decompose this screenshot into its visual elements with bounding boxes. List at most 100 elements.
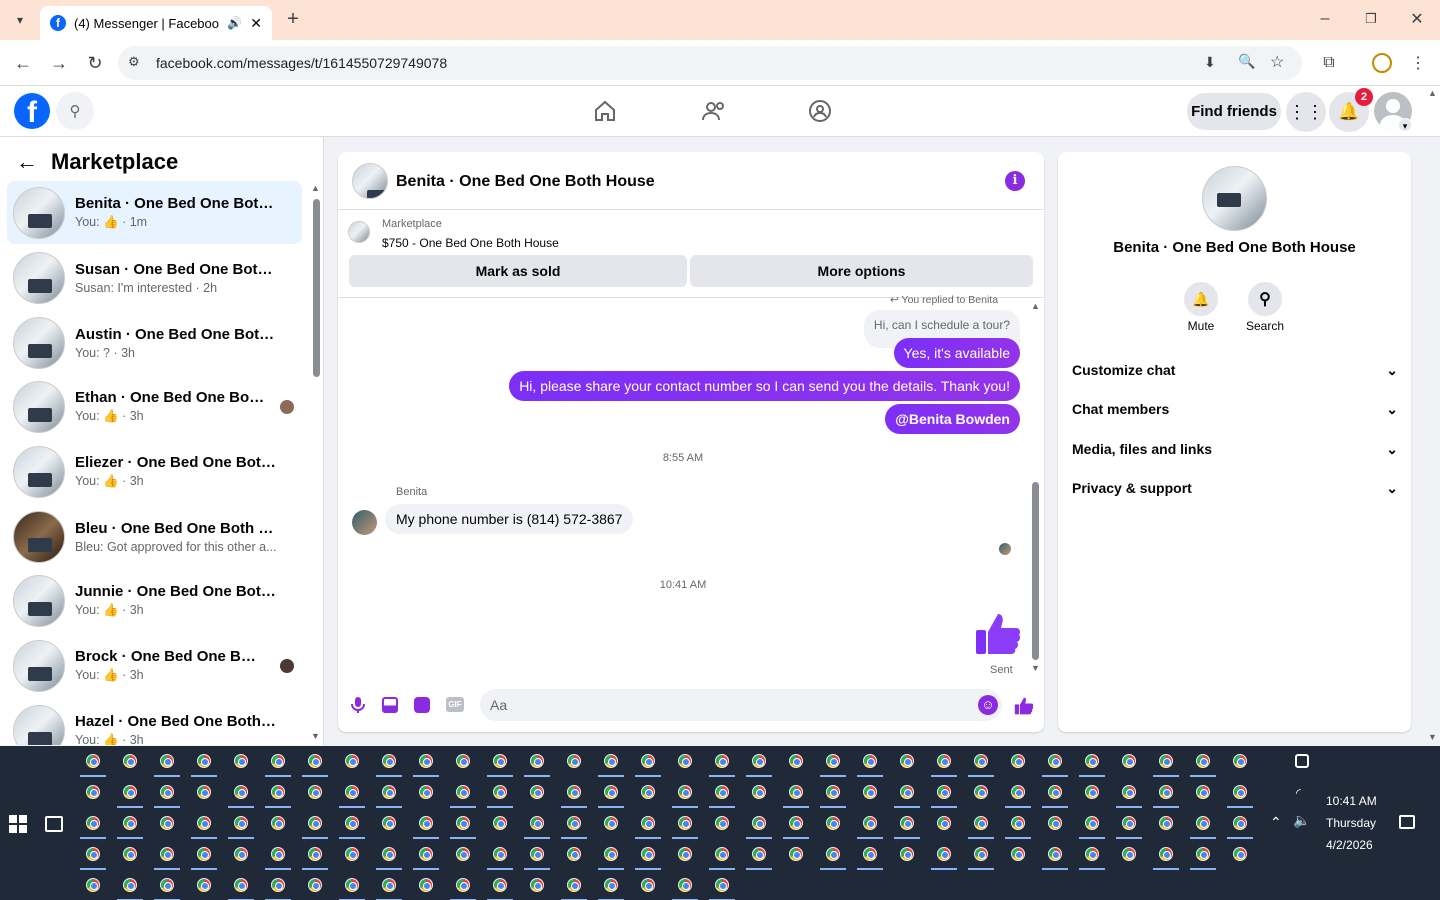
message-bubble[interactable]: @Benita Bowden: [885, 404, 1020, 434]
chrome-taskbar-icon[interactable]: [974, 785, 988, 799]
conversation-scrollbar[interactable]: [313, 199, 320, 377]
send-like-icon[interactable]: [1014, 696, 1034, 716]
search-icon[interactable]: ⚲: [1248, 282, 1282, 316]
window-close-icon[interactable]: ✕: [1406, 8, 1428, 30]
chrome-taskbar-icon[interactable]: [678, 847, 692, 861]
menu-grid-icon[interactable]: ⋮⋮: [1286, 92, 1326, 132]
chrome-taskbar-icon[interactable]: [826, 847, 840, 861]
chrome-taskbar-icon[interactable]: [197, 878, 211, 892]
chat-members-section[interactable]: Chat members ⌄: [1072, 401, 1398, 418]
conversation-item[interactable]: Benita · One Bed One Both House You: 👍 · …: [7, 181, 302, 244]
microphone-icon[interactable]: [349, 696, 367, 714]
chrome-taskbar-icon[interactable]: [419, 785, 433, 799]
chrome-taskbar-icon[interactable]: [752, 816, 766, 830]
find-friends-button[interactable]: Find friends: [1187, 93, 1281, 130]
chrome-taskbar-icon[interactable]: [604, 878, 618, 892]
chrome-taskbar-icon[interactable]: [1196, 847, 1210, 861]
chrome-taskbar-icon[interactable]: [826, 816, 840, 830]
message-input[interactable]: Aa ☺: [480, 689, 1002, 721]
chrome-taskbar-icon[interactable]: [86, 878, 100, 892]
chrome-taskbar-icon[interactable]: [493, 754, 507, 768]
chrome-taskbar-icon[interactable]: [197, 847, 211, 861]
received-message-bubble[interactable]: My phone number is (814) 572-3867: [385, 504, 634, 534]
chrome-taskbar-icon[interactable]: [1196, 785, 1210, 799]
chrome-taskbar-icon[interactable]: [123, 816, 137, 830]
emoji-icon[interactable]: ☺: [978, 695, 998, 715]
chrome-taskbar-icon[interactable]: [604, 785, 618, 799]
chrome-taskbar-icon[interactable]: [456, 816, 470, 830]
listing-title[interactable]: $750 - One Bed One Both House: [382, 236, 559, 250]
zoom-icon[interactable]: 🔍: [1238, 53, 1255, 70]
chrome-taskbar-icon[interactable]: [567, 878, 581, 892]
chrome-taskbar-icon[interactable]: [863, 754, 877, 768]
chrome-taskbar-icon[interactable]: [567, 785, 581, 799]
chrome-taskbar-icon[interactable]: [530, 754, 544, 768]
chrome-taskbar-icon[interactable]: [789, 847, 803, 861]
scroll-up-arrow[interactable]: ▲: [311, 183, 320, 193]
chrome-taskbar-icon[interactable]: [1122, 785, 1136, 799]
meet-now-icon[interactable]: [1295, 754, 1309, 768]
info-icon[interactable]: i: [1005, 171, 1025, 191]
chrome-taskbar-icon[interactable]: [123, 785, 137, 799]
chrome-taskbar-icon[interactable]: [715, 816, 729, 830]
chrome-taskbar-icon[interactable]: [345, 878, 359, 892]
conversation-item[interactable]: Austin · One Bed One Both House You: ? · …: [7, 311, 302, 374]
scroll-down-arrow[interactable]: ▼: [311, 731, 320, 741]
chrome-taskbar-icon[interactable]: [86, 816, 100, 830]
chrome-taskbar-icon[interactable]: [678, 754, 692, 768]
chrome-taskbar-icon[interactable]: [604, 754, 618, 768]
chrome-taskbar-icon[interactable]: [900, 816, 914, 830]
chrome-taskbar-icon[interactable]: [863, 847, 877, 861]
chrome-taskbar-icon[interactable]: [234, 816, 248, 830]
chrome-taskbar-icon[interactable]: [604, 816, 618, 830]
chrome-taskbar-icon[interactable]: [900, 847, 914, 861]
chrome-taskbar-icon[interactable]: [1159, 785, 1173, 799]
chrome-taskbar-icon[interactable]: [1048, 785, 1062, 799]
chrome-taskbar-icon[interactable]: [567, 754, 581, 768]
chrome-taskbar-icon[interactable]: [715, 785, 729, 799]
chrome-taskbar-icon[interactable]: [234, 847, 248, 861]
chrome-taskbar-icon[interactable]: [382, 847, 396, 861]
chrome-taskbar-icon[interactable]: [1122, 816, 1136, 830]
chrome-taskbar-icon[interactable]: [160, 816, 174, 830]
conversation-item[interactable]: Eliezer · One Bed One Both House You: 👍 ·…: [7, 440, 302, 503]
extensions-icon[interactable]: ⧉: [1318, 52, 1340, 74]
gif-icon[interactable]: GIF: [446, 697, 464, 712]
chrome-taskbar-icon[interactable]: [123, 754, 137, 768]
chrome-taskbar-icon[interactable]: [641, 785, 655, 799]
chrome-taskbar-icon[interactable]: [974, 816, 988, 830]
chrome-taskbar-icon[interactable]: [234, 754, 248, 768]
chrome-taskbar-icon[interactable]: [419, 754, 433, 768]
chrome-taskbar-icon[interactable]: [160, 847, 174, 861]
photo-icon[interactable]: [382, 697, 398, 713]
profile-icon[interactable]: [1372, 53, 1392, 73]
sticker-icon[interactable]: [414, 697, 430, 713]
chrome-taskbar-icon[interactable]: [493, 847, 507, 861]
chrome-taskbar-icon[interactable]: [604, 847, 618, 861]
chrome-taskbar-icon[interactable]: [345, 754, 359, 768]
message-bubble[interactable]: Yes, it's available: [893, 338, 1020, 368]
chrome-taskbar-icon[interactable]: [1233, 754, 1247, 768]
chrome-taskbar-icon[interactable]: [752, 754, 766, 768]
info-avatar[interactable]: [1202, 166, 1267, 231]
chrome-taskbar-icon[interactable]: [678, 785, 692, 799]
chrome-taskbar-icon[interactable]: [530, 847, 544, 861]
chrome-taskbar-icon[interactable]: [271, 754, 285, 768]
chrome-taskbar-icon[interactable]: [419, 878, 433, 892]
chrome-taskbar-icon[interactable]: [86, 847, 100, 861]
new-tab-icon[interactable]: +: [282, 8, 304, 30]
chrome-taskbar-icon[interactable]: [1233, 816, 1247, 830]
chrome-taskbar-icon[interactable]: [1011, 847, 1025, 861]
reload-icon[interactable]: ↻: [84, 52, 106, 74]
chrome-taskbar-icon[interactable]: [1085, 754, 1099, 768]
chrome-taskbar-icon[interactable]: [641, 847, 655, 861]
chrome-taskbar-icon[interactable]: [1011, 785, 1025, 799]
search-icon[interactable]: ⚲: [56, 92, 94, 130]
chrome-taskbar-icon[interactable]: [1159, 816, 1173, 830]
chrome-taskbar-icon[interactable]: [456, 847, 470, 861]
chrome-taskbar-icon[interactable]: [863, 816, 877, 830]
chrome-taskbar-icon[interactable]: [234, 878, 248, 892]
chrome-taskbar-icon[interactable]: [493, 785, 507, 799]
chrome-taskbar-icon[interactable]: [271, 847, 285, 861]
chrome-taskbar-icon[interactable]: [1048, 816, 1062, 830]
